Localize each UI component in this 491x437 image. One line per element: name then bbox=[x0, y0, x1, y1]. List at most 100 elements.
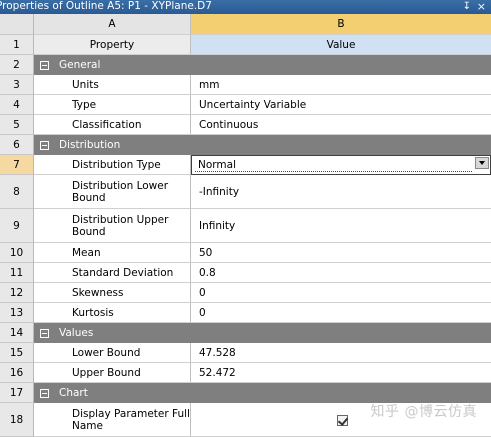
group-label: General bbox=[59, 59, 101, 71]
row-number[interactable]: 14 bbox=[0, 323, 34, 343]
collapse-icon[interactable] bbox=[40, 328, 49, 338]
property-label: Distribution Lower Bound bbox=[72, 179, 169, 204]
table-row[interactable]: 10 Mean 50 bbox=[0, 243, 491, 263]
watermark: 知乎 @博云仿真 bbox=[370, 404, 477, 420]
column-header-a[interactable]: A bbox=[34, 14, 191, 35]
property-name: Standard Deviation bbox=[34, 263, 191, 283]
group-row[interactable]: 14 Values bbox=[0, 323, 491, 343]
property-label: Skewness bbox=[72, 286, 124, 299]
focus-outline bbox=[195, 171, 472, 172]
group-header[interactable]: Chart bbox=[34, 383, 491, 403]
property-label: Mean bbox=[72, 246, 101, 259]
property-label: Units bbox=[72, 78, 99, 91]
row-number[interactable]: 16 bbox=[0, 363, 34, 383]
row-number[interactable]: 9 bbox=[0, 209, 34, 243]
property-value[interactable]: 47.528 bbox=[191, 343, 491, 363]
table-row[interactable]: 16 Upper Bound 52.472 bbox=[0, 363, 491, 383]
property-label: Distribution Upper Bound bbox=[72, 213, 169, 238]
property-label: Property bbox=[89, 38, 135, 51]
property-label: Distribution Type bbox=[72, 158, 161, 171]
row-number[interactable]: 10 bbox=[0, 243, 34, 263]
table-row[interactable]: 8 Distribution Lower Bound -Infinity bbox=[0, 175, 491, 209]
row-number[interactable]: 18 bbox=[0, 403, 34, 437]
row-number[interactable]: 2 bbox=[0, 55, 34, 75]
table-row[interactable]: 4 Type Uncertainty Variable bbox=[0, 95, 491, 115]
group-label: Values bbox=[59, 327, 94, 339]
property-name: Property bbox=[34, 35, 191, 55]
group-header[interactable]: General bbox=[34, 55, 491, 75]
group-row[interactable]: 17 Chart bbox=[0, 383, 491, 403]
property-label: Upper Bound bbox=[72, 366, 141, 379]
group-header[interactable]: Values bbox=[34, 323, 491, 343]
table-row[interactable]: 9 Distribution Upper Bound Infinity bbox=[0, 209, 491, 243]
table-row[interactable]: 13 Kurtosis 0 bbox=[0, 303, 491, 323]
table-row[interactable]: 11 Standard Deviation 0.8 bbox=[0, 263, 491, 283]
group-label: Distribution bbox=[59, 139, 121, 151]
property-value[interactable]: 0 bbox=[191, 303, 491, 323]
property-name: Type bbox=[34, 95, 191, 115]
column-header-b[interactable]: B bbox=[191, 14, 491, 35]
row-number[interactable]: 11 bbox=[0, 263, 34, 283]
table-row[interactable]: 12 Skewness 0 bbox=[0, 283, 491, 303]
window-title: Properties of Outline A5: P1 - XYPlane.D… bbox=[0, 0, 212, 12]
group-label: Chart bbox=[59, 387, 88, 399]
corner-cell bbox=[0, 14, 34, 35]
property-name: Upper Bound bbox=[34, 363, 191, 383]
collapse-icon[interactable] bbox=[40, 388, 49, 398]
collapse-icon[interactable] bbox=[40, 60, 49, 70]
column-title-value: Value bbox=[191, 35, 491, 55]
property-value[interactable]: Uncertainty Variable bbox=[191, 95, 491, 115]
row-number[interactable]: 7 bbox=[0, 155, 34, 175]
display-full-name-checkbox[interactable] bbox=[337, 415, 348, 426]
property-name: Distribution Type bbox=[34, 155, 191, 175]
property-label: Type bbox=[72, 98, 97, 111]
collapse-icon[interactable] bbox=[40, 140, 49, 150]
property-value[interactable]: 52.472 bbox=[191, 363, 491, 383]
table-row[interactable]: 15 Lower Bound 47.528 bbox=[0, 343, 491, 363]
close-icon[interactable]: × bbox=[477, 0, 486, 13]
property-name: Kurtosis bbox=[34, 303, 191, 323]
row-number[interactable]: 8 bbox=[0, 175, 34, 209]
property-value[interactable]: mm bbox=[191, 75, 491, 95]
row-number[interactable]: 13 bbox=[0, 303, 34, 323]
property-label: Standard Deviation bbox=[72, 266, 174, 279]
table-row[interactable]: 1 Property Value bbox=[0, 35, 491, 55]
property-name: Units bbox=[34, 75, 191, 95]
row-number[interactable]: 6 bbox=[0, 135, 34, 155]
row-number[interactable]: 12 bbox=[0, 283, 34, 303]
property-name: Skewness bbox=[34, 283, 191, 303]
group-row[interactable]: 6 Distribution bbox=[0, 135, 491, 155]
property-label: Kurtosis bbox=[72, 306, 114, 319]
property-value[interactable]: 0 bbox=[191, 283, 491, 303]
property-name: Classification bbox=[34, 115, 191, 135]
row-number[interactable]: 4 bbox=[0, 95, 34, 115]
row-number[interactable]: 15 bbox=[0, 343, 34, 363]
property-label: Display Parameter Full Name bbox=[72, 407, 190, 432]
table-row[interactable]: 5 Classification Continuous bbox=[0, 115, 491, 135]
column-header-row: A B bbox=[0, 14, 491, 35]
group-row[interactable]: 2 General bbox=[0, 55, 491, 75]
title-bar: Properties of Outline A5: P1 - XYPlane.D… bbox=[0, 0, 491, 14]
property-value[interactable]: 50 bbox=[191, 243, 491, 263]
property-name: Mean bbox=[34, 243, 191, 263]
row-number[interactable]: 17 bbox=[0, 383, 34, 403]
property-value[interactable]: Continuous bbox=[191, 115, 491, 135]
property-value[interactable]: Infinity bbox=[191, 209, 491, 243]
row-number[interactable]: 3 bbox=[0, 75, 34, 95]
dropdown-value: Normal bbox=[198, 159, 236, 171]
property-name: Distribution Lower Bound bbox=[34, 175, 191, 209]
table-row[interactable]: 3 Units mm bbox=[0, 75, 491, 95]
table-row[interactable]: 7 Distribution Type Normal bbox=[0, 155, 491, 175]
property-name: Distribution Upper Bound bbox=[34, 209, 191, 243]
row-number[interactable]: 1 bbox=[0, 35, 34, 55]
property-label: Lower Bound bbox=[72, 346, 141, 359]
group-header[interactable]: Distribution bbox=[34, 135, 491, 155]
property-value[interactable]: 0.8 bbox=[191, 263, 491, 283]
property-name: Display Parameter Full Name bbox=[34, 403, 191, 437]
chevron-down-icon[interactable] bbox=[475, 157, 489, 169]
property-label: Classification bbox=[72, 118, 142, 131]
row-number[interactable]: 5 bbox=[0, 115, 34, 135]
property-value[interactable]: -Infinity bbox=[191, 175, 491, 209]
pin-icon[interactable]: ↧ bbox=[463, 0, 471, 13]
distribution-type-dropdown[interactable]: Normal bbox=[191, 155, 491, 175]
